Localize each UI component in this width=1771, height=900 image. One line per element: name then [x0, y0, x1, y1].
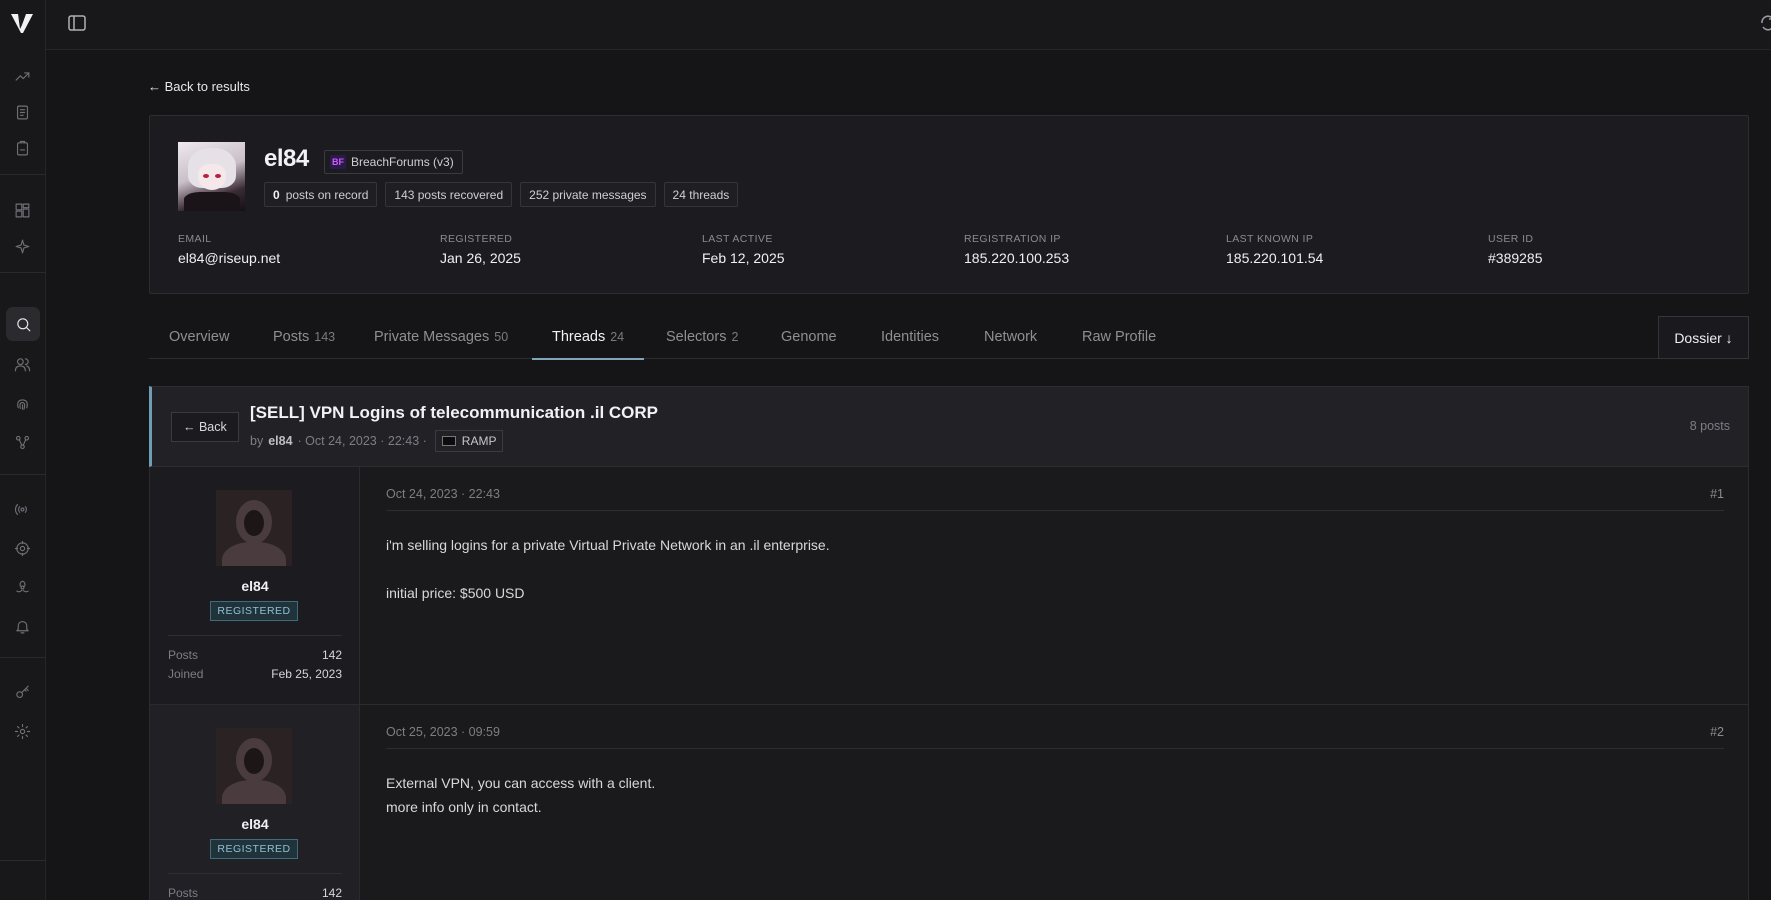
source-badge[interactable]: RAMP [434, 430, 504, 452]
tab-network[interactable]: Network [984, 315, 1037, 359]
post-header: Oct 25, 2023 · 09:59 #2 [386, 725, 1724, 749]
role-badge: REGISTERED [210, 601, 298, 621]
breachforums-icon: BF [330, 155, 346, 169]
meta-registration-ip: REGISTRATION IP 185.220.100.253 [964, 233, 1070, 266]
sparkle-icon[interactable] [12, 236, 32, 256]
tab-private-messages[interactable]: Private Messages 50 [374, 315, 508, 359]
thread-title: [SELL] VPN Logins of telecommunication .… [250, 403, 659, 422]
post-permalink[interactable]: #2 [1710, 725, 1724, 739]
post-date: Oct 25, 2023 · 09:59 [386, 725, 500, 739]
default-avatar [216, 728, 292, 804]
users-icon[interactable] [12, 354, 32, 374]
dossier-button[interactable]: Dossier ↓ [1658, 316, 1749, 359]
sidebar-divider [0, 657, 46, 658]
post-author-panel: el84 REGISTERED Posts 142 Joined Feb 25, 2… [150, 467, 360, 704]
app-logo[interactable] [10, 12, 34, 34]
meta-user-id: USER ID #389285 [1488, 233, 1543, 266]
role-badge: REGISTERED [210, 839, 298, 859]
radio-icon[interactable] [12, 499, 32, 519]
post-author-name[interactable]: el84 [150, 578, 360, 594]
sidebar-divider [0, 272, 46, 273]
tab-raw-profile[interactable]: Raw Profile [1082, 315, 1156, 359]
stat-private-messages: 252 private messages [520, 182, 656, 207]
back-to-results-link[interactable]: ← Back to results [148, 79, 250, 94]
settings-icon[interactable] [12, 721, 32, 741]
thread-post-count: 8 posts [1689, 419, 1730, 433]
panel-toggle-icon[interactable] [68, 15, 86, 31]
key-icon[interactable] [12, 682, 32, 702]
topbar [46, 0, 1771, 50]
divider [168, 873, 342, 874]
trending-icon[interactable] [12, 66, 32, 86]
post-author-name[interactable]: el84 [150, 816, 360, 832]
author-posts-stat: Posts 142 [168, 886, 342, 900]
tab-genome[interactable]: Genome [781, 315, 837, 359]
author-joined-stat: Joined Feb 25, 2023 [168, 667, 342, 681]
profile-card: el84 BF BreachForums (v3) 0 posts on reco… [149, 115, 1749, 294]
tab-identities[interactable]: Identities [881, 315, 939, 359]
post-content: i'm selling logins for a private Virtual… [386, 537, 830, 601]
dashboard-icon[interactable] [12, 200, 32, 220]
forum-badge[interactable]: BF BreachForums (v3) [324, 150, 463, 174]
biohazard-icon[interactable] [12, 577, 32, 597]
thread-date: · Oct 24, 2023 · 22:43 · [297, 434, 427, 448]
stat-posts-recovered: 143 posts recovered [385, 182, 513, 207]
meta-registered: REGISTERED Jan 26, 2025 [440, 233, 521, 266]
tab-overview[interactable]: Overview [169, 315, 229, 359]
profile-meta: EMAIL el84@riseup.net REGISTERED Jan 26, 2… [178, 233, 1738, 273]
sidebar-divider [0, 860, 46, 861]
divider [168, 635, 342, 636]
avatar [178, 142, 245, 211]
thread-author[interactable]: el84 [268, 434, 292, 448]
sync-icon[interactable] [1759, 14, 1771, 32]
sidebar [0, 0, 46, 900]
thread-back-button[interactable]: ← Back [171, 412, 239, 442]
stat-posts-on-record: 0 posts on record [264, 182, 378, 207]
post: el84 REGISTERED Posts 142 Joined Feb 25, 2… [149, 467, 1749, 705]
tab-threads[interactable]: Threads 24 [531, 315, 645, 360]
forum-name: BreachForums (v3) [351, 155, 454, 169]
post-author-panel: el84 REGISTERED Posts 142 [150, 705, 360, 900]
ramp-logo-icon [441, 436, 456, 446]
bell-icon[interactable] [12, 616, 32, 636]
post-header: Oct 24, 2023 · 22:43 #1 [386, 487, 1724, 511]
post-permalink[interactable]: #1 [1710, 487, 1724, 501]
tab-selectors[interactable]: Selectors 2 [666, 315, 738, 359]
stats-row: 0 posts on record 143 posts recovered 252… [264, 182, 739, 207]
reports-icon[interactable] [12, 102, 32, 122]
author-posts-stat: Posts 142 [168, 648, 342, 662]
search-icon[interactable] [6, 307, 40, 341]
graph-icon[interactable] [12, 432, 32, 452]
meta-last-known-ip: LAST KNOWN IP 185.220.101.54 [1226, 233, 1324, 266]
sidebar-divider [0, 474, 46, 475]
profile-tabs: Overview Posts 143 Private Messages 50 Thr… [149, 315, 1749, 360]
thread-meta: by el84 · Oct 24, 2023 · 22:43 · RAMP [250, 430, 504, 452]
default-avatar [216, 490, 292, 566]
clipboard-icon[interactable] [12, 138, 32, 158]
meta-email: EMAIL el84@riseup.net [178, 233, 281, 266]
sidebar-divider [0, 174, 46, 175]
post: el84 REGISTERED Posts 142 Oct 25, 2023 · … [149, 705, 1749, 900]
thread-header: ← Back [SELL] VPN Logins of telecommunic… [149, 386, 1749, 467]
fingerprint-icon[interactable] [12, 393, 32, 413]
target-icon[interactable] [12, 538, 32, 558]
stat-threads: 24 threads [663, 182, 739, 207]
tab-posts[interactable]: Posts 143 [273, 315, 335, 359]
post-date: Oct 24, 2023 · 22:43 [386, 487, 500, 501]
post-content: External VPN, you can access with a clie… [386, 775, 656, 815]
profile-username: el84 [264, 145, 309, 172]
meta-last-active: LAST ACTIVE Feb 12, 2025 [702, 233, 785, 266]
